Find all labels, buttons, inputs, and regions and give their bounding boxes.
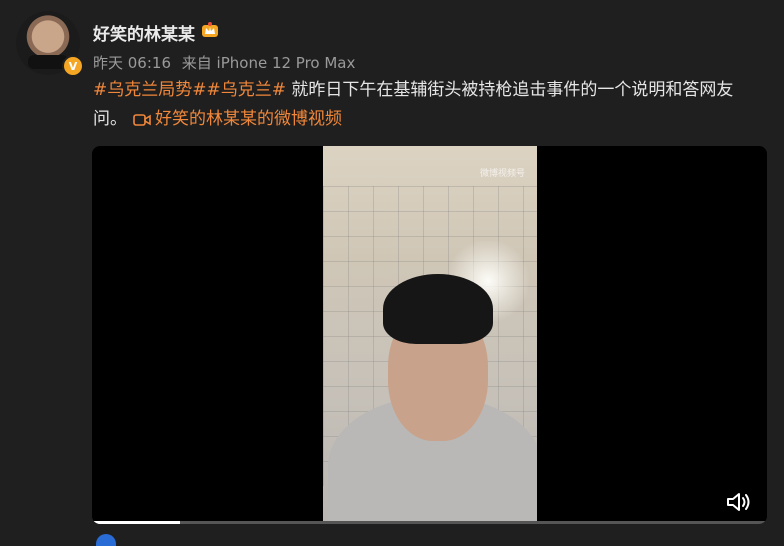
post-time[interactable]: 昨天 06:16 — [93, 54, 171, 72]
person-hair — [383, 274, 493, 344]
video-frame[interactable]: 微博视频号 — [323, 146, 537, 524]
video-link[interactable]: 好笑的林某某的微博视频 — [133, 109, 342, 129]
crown-icon — [202, 22, 218, 37]
verified-badge: V — [62, 55, 84, 77]
next-avatar-partial — [96, 534, 116, 546]
username[interactable]: 好笑的林某某 — [93, 20, 195, 45]
volume-icon[interactable] — [725, 490, 751, 514]
post-source: 来自 iPhone 12 Pro Max — [181, 54, 356, 72]
avatar[interactable]: V — [16, 11, 84, 77]
post-meta: 昨天 06:16 来自 iPhone 12 Pro Max — [93, 52, 361, 73]
post-content: #乌克兰局势##乌克兰# 就昨日下午在基辅街头被持枪追击事件的一个说明和答网友问… — [93, 76, 763, 134]
video-watermark: 微博视频号 — [479, 169, 525, 179]
video-link-label: 好笑的林某某的微博视频 — [155, 109, 342, 129]
hashtag-ukraine-situation[interactable]: #乌克兰局势# — [93, 80, 207, 100]
video-player[interactable]: 微博视频号 — [92, 146, 767, 524]
hashtag-ukraine[interactable]: #乌克兰# — [207, 80, 287, 100]
video-progress-fill — [92, 521, 180, 524]
video-progress-bar[interactable] — [92, 521, 767, 524]
video-camera-icon — [133, 114, 151, 126]
